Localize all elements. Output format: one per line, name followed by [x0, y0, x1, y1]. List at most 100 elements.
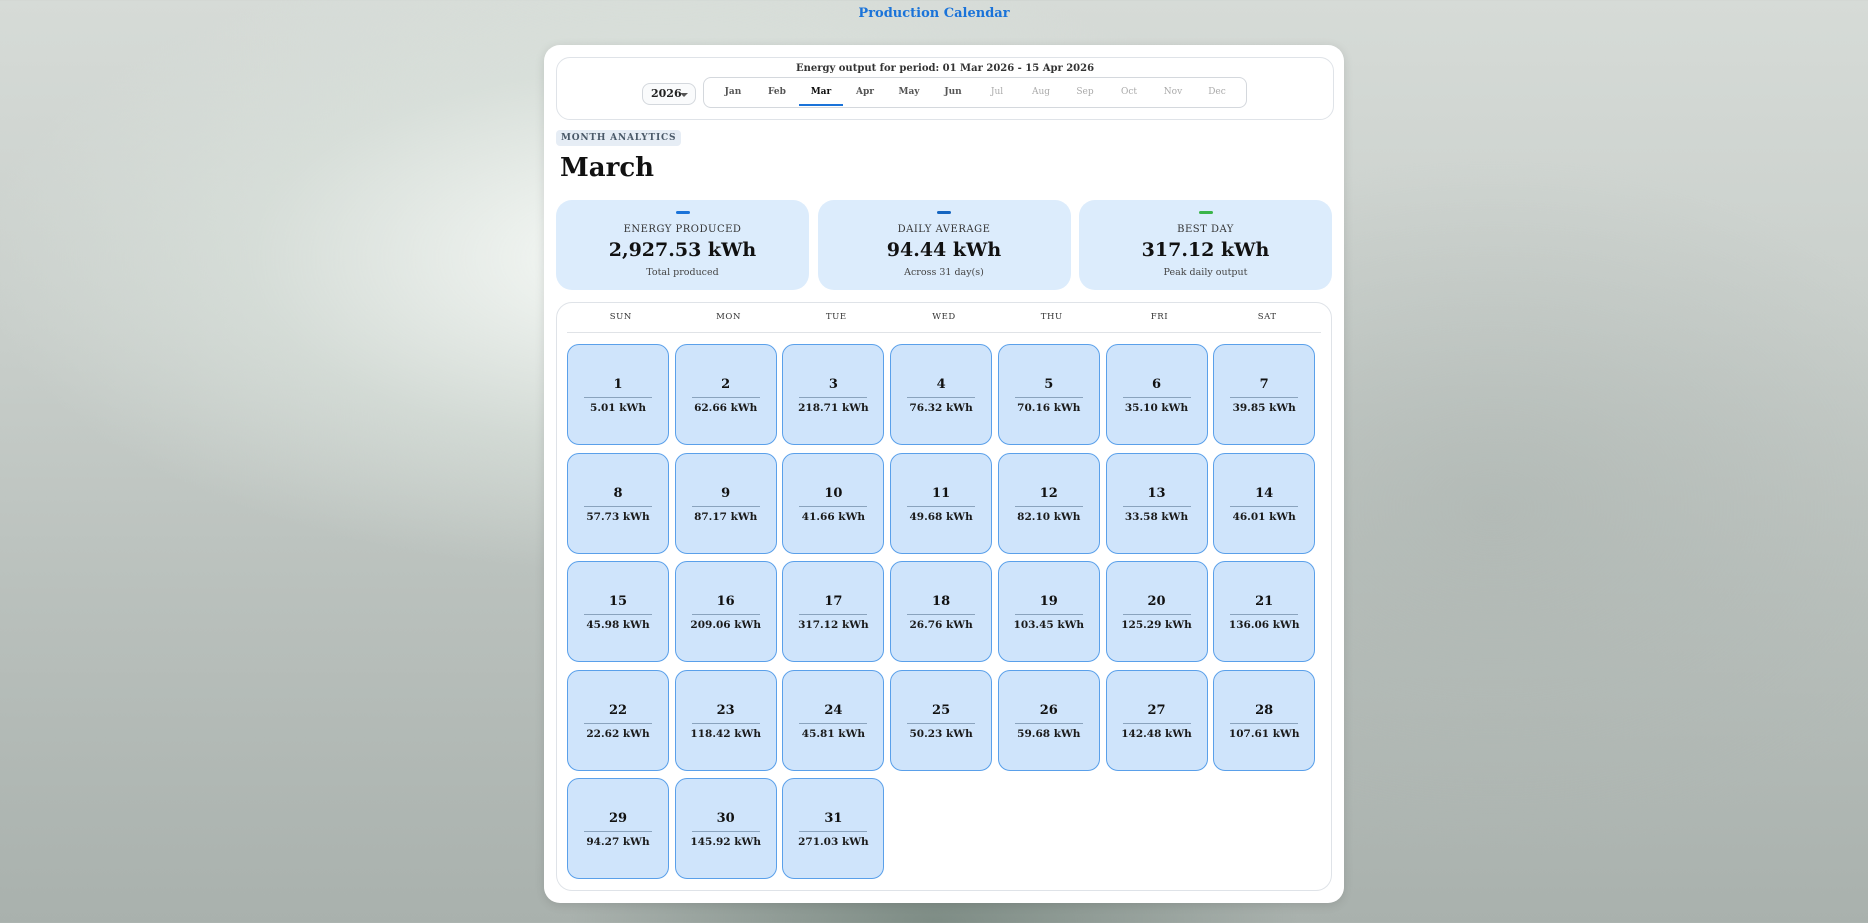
energy-produced-card: ENERGY PRODUCED 2,927.53 kWh Total produce… [556, 200, 809, 290]
tab-month-aug: Aug [1031, 87, 1051, 97]
divider [691, 722, 760, 724]
divider [1122, 397, 1191, 398]
day-cell[interactable]: 20 125.29 kWh [1105, 561, 1208, 662]
divider [907, 722, 976, 724]
day-cell[interactable]: 19 103.45 kWh [997, 561, 1100, 662]
main-panel: Energy output for period: 01 Mar 2026 - … [544, 45, 1344, 903]
day-number: 5 [1044, 377, 1054, 392]
day-cell[interactable]: 1 5.01 kWh [567, 344, 669, 445]
divider [1230, 614, 1299, 615]
divider [907, 614, 976, 615]
divider [691, 397, 760, 398]
day-energy-value: 49.68 kWh [909, 510, 973, 523]
divider [907, 505, 976, 507]
weekday-tue: TUE [825, 312, 847, 322]
tab-month-apr[interactable]: Apr [843, 78, 887, 107]
day-cell[interactable]: 16 209.06 kWh [674, 561, 777, 662]
day-energy-value: 87.17 kWh [694, 510, 758, 523]
day-cell[interactable]: 24 45.81 kWh [782, 669, 885, 771]
day-energy-value: 103.45 kWh [1013, 619, 1085, 631]
divider [1122, 505, 1191, 507]
day-number: 8 [613, 485, 623, 501]
day-cell[interactable]: 11 49.68 kWh [890, 452, 993, 554]
day-cell[interactable]: 26 59.68 kWh [997, 669, 1100, 771]
day-cell[interactable]: 22 22.62 kWh [567, 669, 669, 771]
day-cell[interactable]: 29 94.27 kWh [567, 778, 669, 879]
weekday-fri: FRI [1150, 312, 1169, 322]
day-cell[interactable]: 23 118.42 kWh [674, 669, 777, 771]
day-cell[interactable]: 14 46.01 kWh [1213, 452, 1316, 554]
day-number: 25 [932, 702, 951, 718]
tab-month-jun[interactable]: Jun [931, 78, 975, 107]
day-number: 9 [721, 485, 731, 501]
day-cell[interactable]: 30 145.92 kWh [674, 778, 777, 879]
day-cell[interactable]: 21 136.06 kWh [1213, 561, 1316, 662]
weekday-sat: SAT [1257, 312, 1277, 322]
day-cell[interactable]: 8 57.73 kWh [567, 452, 669, 554]
divider [584, 614, 652, 615]
day-cell[interactable]: 6 35.10 kWh [1105, 344, 1208, 445]
weekday-header: SUN MON TUE WED THU FRI SAT [567, 303, 1321, 333]
divider [691, 505, 760, 507]
stat-subtitle: Peak daily output [1163, 267, 1248, 278]
day-energy-value: 76.32 kWh [909, 402, 973, 414]
day-number: 14 [1255, 485, 1274, 501]
day-energy-value: 62.66 kWh [694, 402, 758, 414]
day-energy-value: 33.58 kWh [1124, 510, 1189, 523]
day-cell[interactable]: 18 26.76 kWh [890, 561, 993, 662]
tab-month-may[interactable]: May [887, 78, 931, 107]
day-energy-value: 45.98 kWh [586, 619, 650, 631]
day-number: 17 [824, 594, 843, 609]
day-energy-value: 82.10 kWh [1017, 510, 1081, 523]
divider [1014, 397, 1083, 398]
day-energy-value: 136.06 kWh [1228, 619, 1300, 631]
day-energy-value: 317.12 kWh [798, 619, 869, 631]
day-energy-value: 39.85 kWh [1232, 402, 1296, 414]
divider [691, 614, 760, 615]
tab-month-mar[interactable]: Mar [799, 78, 843, 107]
day-number: 24 [824, 702, 843, 718]
day-energy-value: 145.92 kWh [690, 836, 761, 848]
day-energy-value: 218.71 kWh [798, 402, 869, 414]
divider [799, 831, 868, 832]
tab-month-jan[interactable]: Jan [711, 78, 755, 107]
day-number: 31 [824, 811, 843, 826]
day-cell[interactable]: 15 45.98 kWh [567, 561, 669, 662]
divider [1014, 505, 1083, 507]
day-cell[interactable]: 17 317.12 kWh [782, 561, 885, 662]
day-cell[interactable]: 5 70.16 kWh [997, 344, 1100, 445]
day-cell[interactable]: 25 50.23 kWh [890, 669, 993, 771]
day-number: 15 [608, 594, 628, 609]
day-cell[interactable]: 7 39.85 kWh [1213, 344, 1316, 445]
day-cell[interactable]: 9 87.17 kWh [674, 452, 777, 554]
day-cell[interactable]: 27 142.48 kWh [1105, 669, 1208, 771]
day-cell[interactable]: 4 76.32 kWh [890, 344, 993, 445]
day-energy-value: 46.01 kWh [1232, 510, 1296, 523]
day-energy-value: 26.76 kWh [909, 619, 973, 631]
app-title: Production Calendar [858, 6, 1010, 21]
day-number: 23 [716, 702, 735, 718]
day-number: 2 [721, 377, 731, 392]
divider [1230, 722, 1299, 724]
tab-month-feb[interactable]: Feb [755, 78, 799, 107]
day-cell[interactable]: 28 107.61 kWh [1213, 669, 1316, 771]
day-number: 26 [1039, 702, 1058, 718]
day-cell[interactable]: 31 271.03 kWh [782, 778, 885, 879]
stat-subtitle: Across 31 day(s) [904, 267, 984, 278]
day-energy-value: 118.42 kWh [690, 727, 761, 740]
year-select[interactable]: 2026 [642, 83, 696, 105]
period-label: Energy output for period: 01 Mar 2026 - … [795, 63, 1095, 74]
divider [799, 614, 868, 615]
day-cell[interactable]: 13 33.58 kWh [1105, 452, 1208, 554]
day-cell[interactable]: 12 82.10 kWh [997, 452, 1100, 554]
day-cell[interactable]: 3 218.71 kWh [782, 344, 885, 445]
day-number: 11 [932, 485, 951, 501]
day-number: 12 [1039, 485, 1058, 501]
stat-label: ENERGY PRODUCED [623, 224, 742, 235]
day-cell[interactable]: 10 41.66 kWh [782, 452, 885, 554]
divider [691, 831, 760, 832]
weekday-thu: THU [1040, 312, 1063, 322]
day-cell[interactable]: 2 62.66 kWh [674, 344, 777, 445]
day-energy-value: 107.61 kWh [1228, 727, 1300, 740]
stats-row: ENERGY PRODUCED 2,927.53 kWh Total produce… [556, 200, 1332, 290]
